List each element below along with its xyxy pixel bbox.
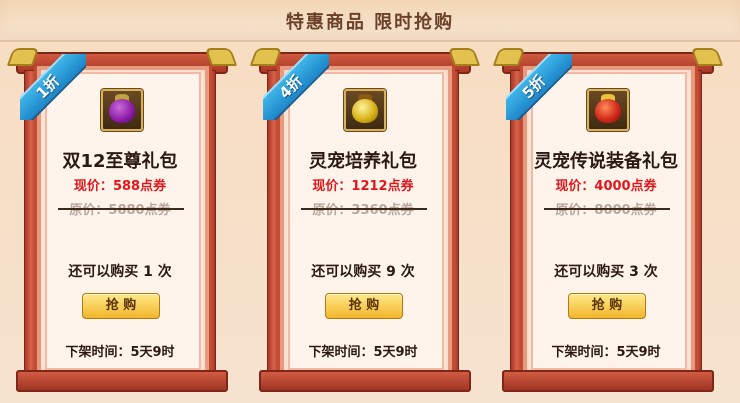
current-price-label: 现价： bbox=[555, 179, 595, 194]
remaining-suffix: 次 bbox=[638, 264, 658, 280]
red-gift-bag-icon bbox=[595, 99, 621, 123]
item-slot[interactable] bbox=[587, 89, 629, 131]
discount-ribbon: 1折 bbox=[20, 54, 86, 120]
buy-button[interactable]: 抢 购 bbox=[568, 293, 646, 319]
remaining-suffix: 次 bbox=[395, 264, 415, 280]
remaining-purchases: 还可以购买 9 次 bbox=[253, 261, 473, 281]
remaining-label: 还可以购买 bbox=[311, 264, 387, 280]
card-base bbox=[502, 370, 714, 392]
strikethrough-line bbox=[301, 208, 427, 210]
discount-badge: 4折 bbox=[263, 54, 329, 120]
card-base bbox=[16, 370, 228, 392]
current-price: 现价：4000点券 bbox=[496, 175, 716, 194]
offer-card: 1折 双12至尊礼包 现价：588点券 原价：5880点券 还可以购买 1 次 … bbox=[6, 48, 238, 393]
remaining-purchases: 还可以购买 1 次 bbox=[10, 261, 230, 281]
remaining-suffix: 次 bbox=[152, 264, 172, 280]
remaining-label: 还可以购买 bbox=[554, 264, 630, 280]
item-name: 灵宠传说装备礼包 bbox=[534, 151, 678, 172]
gold-pouch-icon bbox=[352, 99, 378, 123]
offer-card: 4折 灵宠培养礼包 现价：1212点券 原价：3360点券 还可以购买 9 次 … bbox=[249, 48, 481, 393]
item-slot[interactable] bbox=[344, 89, 386, 131]
off-shelf-label: 下架时间： bbox=[65, 345, 131, 360]
remaining-count: 1 bbox=[143, 264, 153, 280]
discount-badge: 5折 bbox=[506, 54, 572, 120]
off-shelf-time: 下架时间：5天9时 bbox=[253, 341, 473, 360]
original-price-label: 原价： bbox=[69, 203, 109, 218]
purple-gift-bag-icon bbox=[109, 99, 135, 123]
off-shelf-value: 5天9时 bbox=[616, 345, 661, 360]
discount-badge: 1折 bbox=[20, 54, 86, 120]
off-shelf-label: 下架时间： bbox=[551, 345, 617, 360]
current-price-label: 现价： bbox=[312, 179, 352, 194]
current-price: 现价：1212点券 bbox=[253, 175, 473, 194]
off-shelf-value: 5天9时 bbox=[373, 345, 418, 360]
header-bar: 特惠商品 限时抢购 bbox=[0, 0, 740, 42]
current-price-value: 4000点券 bbox=[594, 179, 657, 194]
remaining-count: 9 bbox=[386, 264, 396, 280]
off-shelf-label: 下架时间： bbox=[308, 345, 374, 360]
beam-ornament-right bbox=[690, 48, 724, 66]
current-price-value: 1212点券 bbox=[351, 179, 414, 194]
page-title: 特惠商品 限时抢购 bbox=[285, 12, 455, 33]
strikethrough-line bbox=[58, 208, 184, 210]
beam-ornament-right bbox=[204, 48, 238, 66]
strikethrough-line bbox=[544, 208, 670, 210]
original-price-value: 8000点券 bbox=[594, 203, 657, 218]
current-price-label: 现价： bbox=[73, 179, 113, 194]
discount-ribbon: 4折 bbox=[263, 54, 329, 120]
item-name: 双12至尊礼包 bbox=[62, 151, 178, 172]
off-shelf-time: 下架时间：5天9时 bbox=[496, 341, 716, 360]
item-name: 灵宠培养礼包 bbox=[309, 151, 417, 172]
discount-ribbon: 5折 bbox=[506, 54, 572, 120]
original-price-value: 3360点券 bbox=[351, 203, 414, 218]
buy-button[interactable]: 抢 购 bbox=[325, 293, 403, 319]
remaining-label: 还可以购买 bbox=[68, 264, 144, 280]
buy-button[interactable]: 抢 购 bbox=[82, 293, 160, 319]
shop-window: 特惠商品 限时抢购 1折 双12至尊礼包 现价：588点券 原价：5880点券 … bbox=[0, 0, 740, 403]
off-shelf-value: 5天9时 bbox=[130, 345, 175, 360]
card-base bbox=[259, 370, 471, 392]
remaining-purchases: 还可以购买 3 次 bbox=[496, 261, 716, 281]
original-price-label: 原价： bbox=[555, 203, 595, 218]
beam-ornament-right bbox=[447, 48, 481, 66]
current-price-value: 588点券 bbox=[112, 179, 167, 194]
current-price: 现价：588点券 bbox=[10, 175, 230, 194]
original-price-label: 原价： bbox=[312, 203, 352, 218]
offer-card: 5折 灵宠传说装备礼包 现价：4000点券 原价：8000点券 还可以购买 3 … bbox=[492, 48, 724, 393]
remaining-count: 3 bbox=[629, 264, 639, 280]
item-slot[interactable] bbox=[101, 89, 143, 131]
original-price-value: 5880点券 bbox=[108, 203, 171, 218]
off-shelf-time: 下架时间：5天9时 bbox=[10, 341, 230, 360]
